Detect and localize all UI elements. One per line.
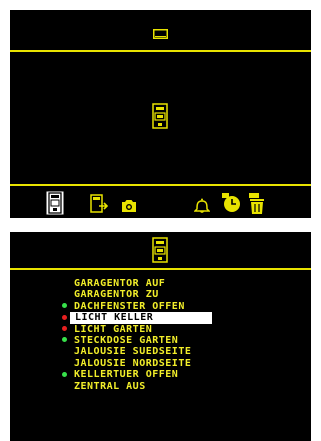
remote-device-icon[interactable] [152,103,168,129]
list-item[interactable]: LICHT KELLER [10,312,311,325]
list-item-label: ZENTRAL AUS [74,380,146,392]
list-item[interactable]: STECKDOSE GARTEN [10,335,311,346]
top-screen [10,10,311,218]
status-dot [62,337,67,343]
list-item-label: KELLERTUER OFFEN [74,369,179,381]
export-arrow-icon[interactable] [90,194,110,214]
device-list: GARAGENTOR AUF GARAGENTOR ZU DACHFENSTER O… [10,278,311,392]
list-item[interactable]: LICHT GARTEN [10,324,311,335]
remote-device-icon-selected[interactable] [46,191,64,215]
status-dot [62,326,67,332]
list-item[interactable]: KELLERTUER OFFEN [10,369,311,380]
list-item[interactable]: JALOUSIE SUEDSEITE [10,346,311,357]
list-item-label: LICHT KELLER [70,312,212,325]
remote-device-icon[interactable] [152,237,168,263]
bell-icon[interactable] [194,198,210,213]
list-item[interactable]: JALOUSIE NORDSEITE [10,358,311,369]
header-divider [10,50,311,52]
list-item[interactable]: DACHFENSTER OFFEN [10,301,311,312]
list-item[interactable]: GARAGENTOR AUF [10,278,311,289]
toolbar-divider [10,184,311,186]
status-dot [62,314,67,320]
trash-icon[interactable] [248,192,266,215]
list-item-label: JALOUSIE SUEDSEITE [74,346,192,358]
list-item-label: DACHFENSTER OFFEN [74,300,185,312]
list-item[interactable]: ZENTRAL AUS [10,381,311,392]
list-item-label: GARAGENTOR AUF [74,278,166,289]
list-item-label: JALOUSIE NORDSEITE [74,357,192,369]
list-item-label: LICHT GARTEN [74,323,153,335]
list-item-label: GARAGENTOR ZU [74,289,159,301]
header-divider [10,268,311,270]
bottom-screen: GARAGENTOR AUF GARAGENTOR ZU DACHFENSTER O… [10,232,311,441]
list-item-label: STECKDOSE GARTEN [74,334,179,346]
status-dot [62,371,67,377]
camera-icon[interactable] [121,199,137,213]
clock-icon[interactable] [221,192,241,213]
list-item[interactable]: GARAGENTOR ZU [10,289,311,300]
status-dot [62,303,67,309]
screen-rectangle-icon[interactable] [153,29,168,39]
